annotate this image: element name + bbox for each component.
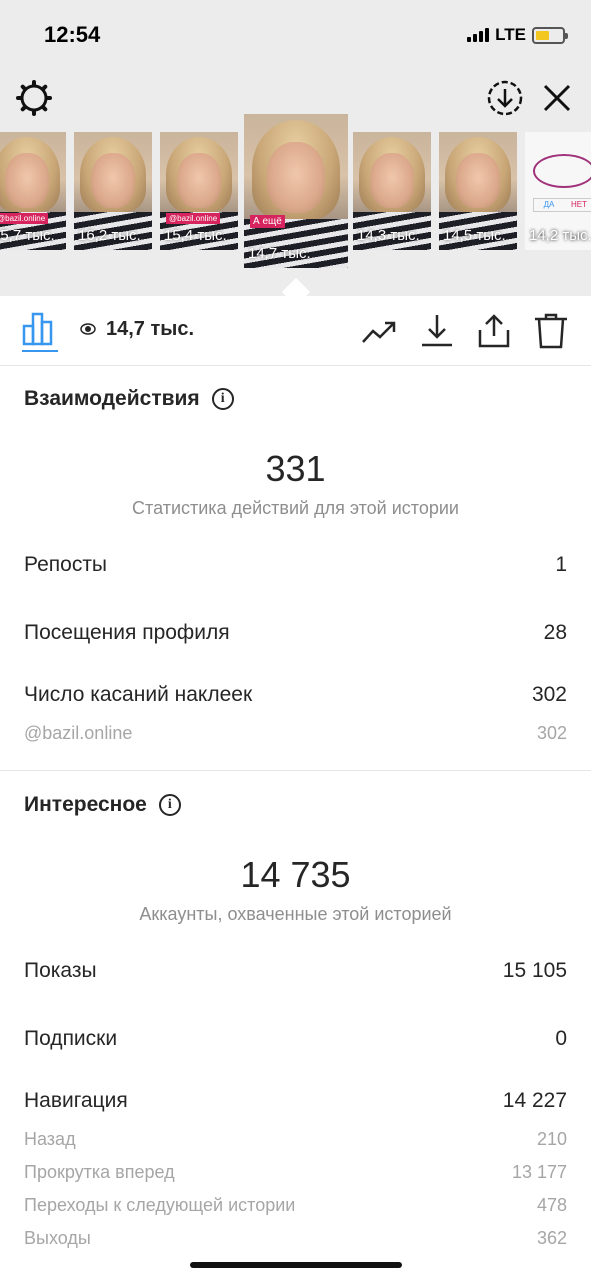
stat-row-profile-visits: Посещения профиля 28 bbox=[24, 621, 567, 645]
poll-buttons: ДА НЕТ bbox=[533, 198, 591, 212]
info-icon[interactable]: i bbox=[158, 794, 181, 816]
stat-subrow-exits: Выходы 362 bbox=[24, 1228, 567, 1249]
download-icon[interactable] bbox=[418, 312, 456, 350]
views-count: 14,7 тыс. bbox=[80, 318, 194, 341]
story-thumbnail[interactable]: 16,2 тыс. bbox=[74, 132, 152, 250]
share-icon[interactable] bbox=[475, 312, 513, 350]
stat-value: 210 bbox=[536, 1129, 567, 1149]
stat-value: 302 bbox=[536, 723, 567, 743]
story-thumbnail[interactable]: 14,3 тыс. bbox=[353, 132, 431, 250]
status-time: 12:54 bbox=[44, 22, 101, 47]
thumbnail-views: 16,2 тыс. bbox=[78, 227, 141, 244]
story-thumbnail[interactable]: 14,5 тыс. bbox=[439, 132, 517, 250]
discovery-caption: Аккаунты, охваченные этой историей bbox=[139, 904, 452, 924]
thumbnail-views: 14,7 тыс. bbox=[248, 245, 311, 262]
stat-label: Выходы bbox=[24, 1228, 91, 1248]
thumbnail-tag: @bazil.online bbox=[0, 213, 49, 224]
active-tab-indicator bbox=[22, 350, 58, 352]
thumbnail-views: 15,4 тыс. bbox=[164, 227, 227, 244]
stat-subrow-next-story: Переходы к следующей истории 478 bbox=[24, 1195, 567, 1216]
home-indicator[interactable] bbox=[190, 1262, 402, 1268]
action-bar: 14,7 тыс. bbox=[0, 296, 591, 366]
stat-row-navigation: Навигация 14 227 bbox=[24, 1089, 567, 1113]
interactions-caption: Статистика действий для этой истории bbox=[132, 498, 459, 518]
stat-subrow-back: Назад 210 bbox=[24, 1129, 567, 1150]
network-label: LTE bbox=[495, 25, 526, 44]
stat-value: 362 bbox=[536, 1228, 567, 1248]
story-thumbnail[interactable]: ДА НЕТ 14,2 тыс. bbox=[525, 132, 591, 250]
discovery-title: Интересное bbox=[24, 793, 147, 816]
stat-label: Назад bbox=[24, 1129, 76, 1149]
story-thumbnail-selected[interactable]: А ещё 14,7 тыс. bbox=[244, 114, 348, 268]
stat-value: 28 bbox=[543, 621, 567, 644]
stat-label: Посещения профиля bbox=[24, 621, 230, 644]
stat-subrow-sticker: @bazil.online 302 bbox=[24, 723, 567, 744]
section-divider bbox=[0, 770, 591, 771]
stat-label: Показы bbox=[24, 959, 97, 982]
stat-value: 0 bbox=[555, 1027, 567, 1050]
poll-no: НЕТ bbox=[571, 200, 587, 209]
stat-label: Прокрутка вперед bbox=[24, 1162, 175, 1182]
interactions-header: Взаимодействия i bbox=[24, 387, 234, 411]
thumbnail-views: 14,3 тыс. bbox=[357, 227, 420, 244]
stat-label: Навигация bbox=[24, 1089, 128, 1112]
signal-icon bbox=[467, 28, 490, 42]
stat-subrow-forward: Прокрутка вперед 13 177 bbox=[24, 1162, 567, 1183]
delete-icon[interactable] bbox=[532, 312, 570, 350]
thumbnail-tag: А ещё bbox=[250, 215, 285, 228]
story-thumbnail[interactable]: @bazil.online 15,7 тыс. bbox=[0, 132, 66, 250]
thumbnail-views: 14,2 тыс. bbox=[529, 227, 591, 244]
info-icon[interactable]: i bbox=[211, 388, 234, 410]
stat-value: 478 bbox=[536, 1195, 567, 1215]
stat-label: Число касаний наклеек bbox=[24, 683, 253, 706]
stat-row-impressions: Показы 15 105 bbox=[24, 959, 567, 983]
stat-label: @bazil.online bbox=[24, 723, 133, 743]
stat-value: 13 177 bbox=[511, 1162, 567, 1182]
thumbnail-views: 15,7 тыс. bbox=[0, 227, 55, 244]
poll-yes: ДА bbox=[543, 200, 555, 209]
eye-icon bbox=[80, 318, 96, 341]
thumbnail-tag: @bazil.online bbox=[166, 213, 221, 224]
interactions-title: Взаимодействия bbox=[24, 387, 200, 410]
story-thumbnail[interactable]: @bazil.online 15,4 тыс. bbox=[160, 132, 238, 250]
stat-value: 14 227 bbox=[502, 1089, 567, 1112]
stat-row-sticker-taps: Число касаний наклеек 302 bbox=[24, 683, 567, 707]
settings-icon[interactable] bbox=[14, 78, 54, 118]
views-count-value: 14,7 тыс. bbox=[106, 318, 195, 340]
discovery-header: Интересное i bbox=[24, 793, 181, 817]
stat-value: 15 105 bbox=[502, 959, 567, 982]
battery-icon bbox=[532, 26, 568, 44]
stat-label: Подписки bbox=[24, 1027, 118, 1050]
discovery-total: 14 735 bbox=[240, 854, 351, 895]
interactions-total: 331 bbox=[265, 448, 326, 489]
story-preview-area: 12:54 LTE @bazil.online 5,7 тыс. 16,2 ты… bbox=[0, 0, 591, 296]
promote-trend-icon[interactable] bbox=[360, 312, 398, 350]
status-bar: 12:54 LTE bbox=[0, 0, 591, 70]
stat-value: 1 bbox=[555, 553, 567, 576]
close-icon[interactable] bbox=[537, 78, 577, 118]
insights-chart-icon[interactable] bbox=[20, 310, 58, 348]
stat-value: 302 bbox=[531, 683, 567, 706]
save-story-icon[interactable] bbox=[485, 78, 525, 118]
stat-row-follows: Подписки 0 bbox=[24, 1027, 567, 1051]
status-indicators: LTE bbox=[467, 24, 568, 46]
stat-label: Репосты bbox=[24, 553, 108, 576]
poll-bubble bbox=[533, 154, 591, 188]
stat-label: Переходы к следующей истории bbox=[24, 1195, 296, 1215]
story-thumbnails: @bazil.online 15,7 тыс. 16,2 тыс. @bazil… bbox=[0, 114, 591, 272]
thumbnail-views: 14,5 тыс. bbox=[443, 227, 506, 244]
stat-row-reposts: Репосты 1 bbox=[24, 553, 567, 577]
